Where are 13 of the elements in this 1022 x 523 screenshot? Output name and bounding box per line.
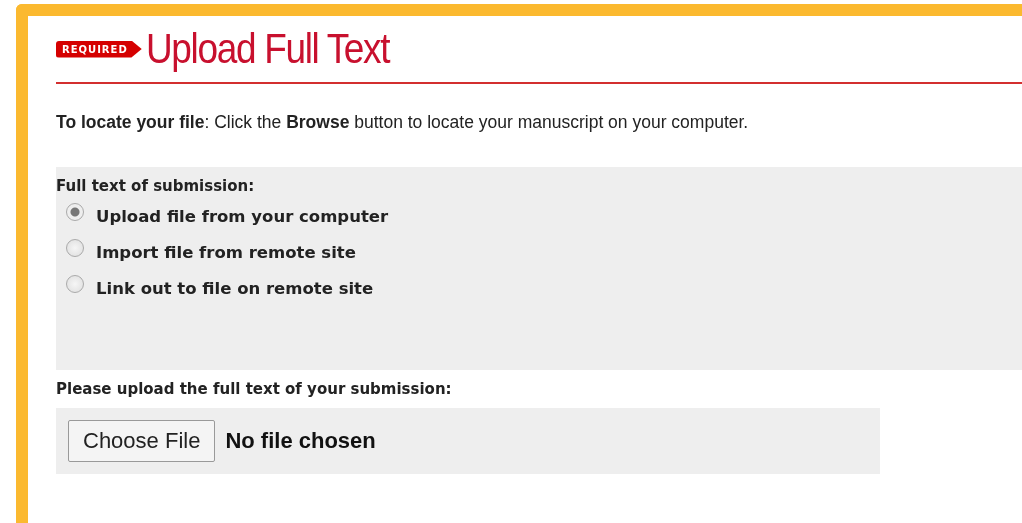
radio-label[interactable]: Import file from remote site [96,242,356,262]
radio-button[interactable] [66,239,84,257]
page-title: Upload Full Text [145,25,389,73]
field-label: Please upload the full text of your submission: [56,380,453,398]
radio-button[interactable] [66,203,84,221]
required-badge: REQUIRED [56,40,142,58]
choose-file-button[interactable]: Choose File [68,420,216,462]
radio-label[interactable]: Link out to file on remote site [96,278,374,298]
field-label: Full text of submission: [56,177,256,195]
radio-label[interactable]: Upload file from your computer [96,206,389,226]
instruction-text: To locate your file: Click the Browse button to locate your manuscript on your computer. [56,112,750,133]
radio-button[interactable] [66,275,84,293]
file-status-text: No file chosen [225,428,376,454]
